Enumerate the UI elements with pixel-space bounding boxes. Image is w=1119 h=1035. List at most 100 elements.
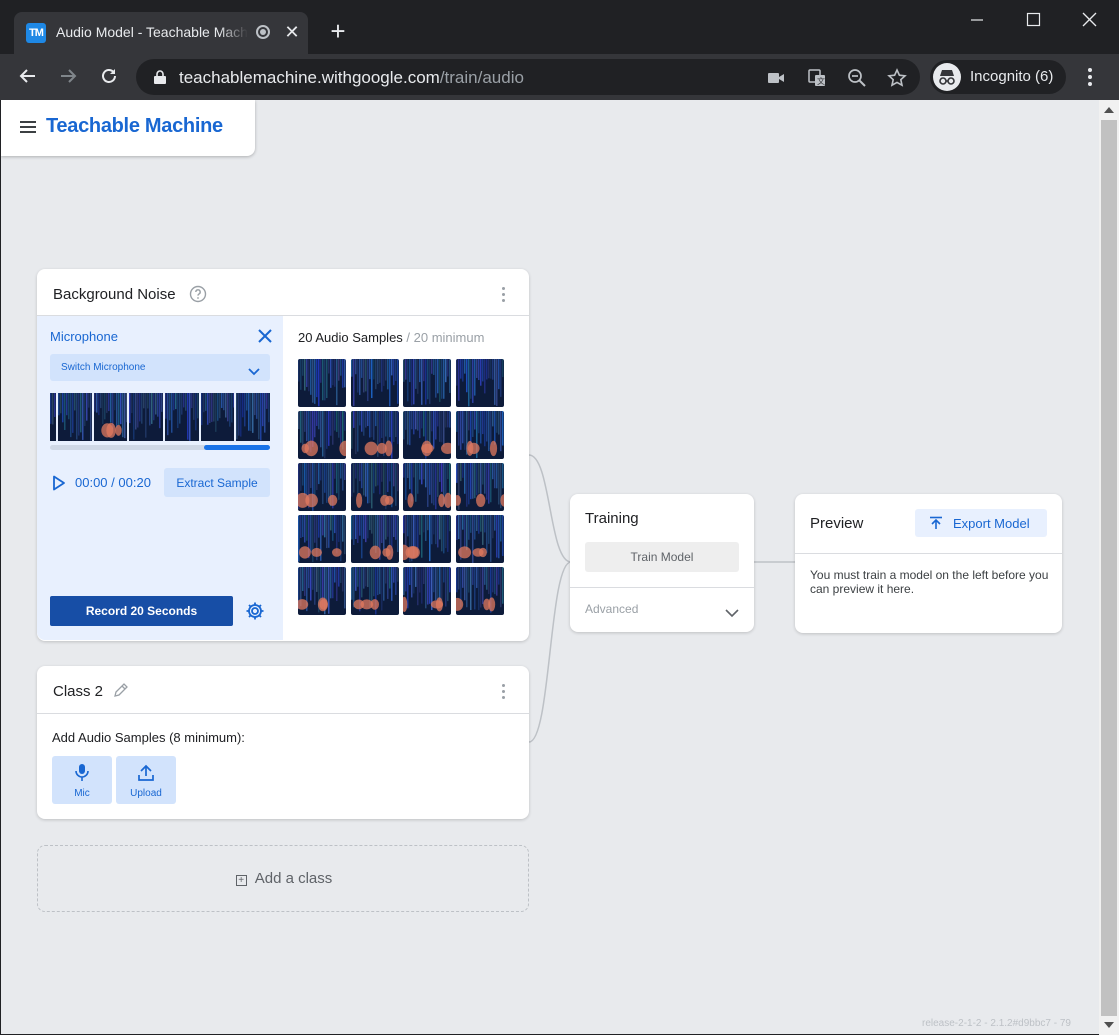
timecode: 00:00 / 00:20	[75, 475, 151, 490]
extract-sample-button[interactable]: Extract Sample	[164, 468, 270, 497]
add-samples-text: Add Audio Samples (8 minimum):	[52, 730, 245, 745]
spectrogram-frame	[236, 393, 270, 441]
play-icon[interactable]	[52, 475, 66, 491]
audio-recording-icon	[256, 25, 270, 39]
spectrogram-frame	[200, 393, 235, 441]
time-current: 00:00	[75, 475, 108, 490]
scroll-thumb[interactable]	[1101, 120, 1117, 1016]
record-button[interactable]: Record 20 Seconds	[50, 596, 233, 626]
new-tab-icon[interactable]: +	[326, 18, 350, 44]
reload-icon[interactable]	[97, 64, 121, 88]
spectrogram-frame	[129, 393, 163, 441]
class-options-icon[interactable]	[502, 287, 506, 303]
settings-icon[interactable]	[245, 601, 265, 621]
upload-button[interactable]: Upload	[116, 756, 176, 804]
url-path: /train/audio	[439, 68, 524, 87]
audio-sample-thumbnail[interactable]	[298, 359, 346, 407]
more-vert-icon[interactable]	[1080, 66, 1100, 88]
star-icon[interactable]	[887, 68, 907, 88]
incognito-icon	[933, 63, 961, 91]
add-class-label: Add a class	[254, 870, 333, 887]
zoom-out-icon[interactable]	[847, 68, 867, 88]
audio-sample-thumbnail[interactable]	[298, 567, 346, 615]
record-progress-fill	[204, 445, 270, 450]
audio-sample-thumbnail[interactable]	[298, 411, 346, 459]
tab-favicon: TM	[26, 23, 46, 43]
mic-button[interactable]: Mic	[52, 756, 112, 804]
audio-sample-thumbnail[interactable]	[455, 463, 504, 511]
audio-sample-thumbnail[interactable]	[298, 463, 346, 511]
upload-icon	[138, 764, 154, 781]
browser-toolbar: teachablemachine.withgoogle.com/train/au…	[0, 54, 1119, 100]
forward-arrow-icon[interactable]	[56, 64, 80, 88]
spectrogram-frame	[164, 393, 199, 441]
incognito-indicator[interactable]: Incognito (6)	[930, 60, 1066, 94]
add-class-button[interactable]: + Add a class	[37, 845, 529, 912]
help-icon[interactable]	[189, 285, 207, 303]
add-class-content: + Add a class	[38, 870, 530, 887]
tab-close-icon[interactable]: ✕	[282, 22, 302, 42]
camera-icon[interactable]	[766, 68, 786, 88]
divider	[795, 553, 1062, 554]
address-bar[interactable]: teachablemachine.withgoogle.com/train/au…	[136, 59, 920, 95]
microphone-panel: Microphone Switch Microphone 00:00 / 00:…	[37, 316, 283, 640]
window-close-icon[interactable]	[1069, 6, 1109, 34]
minimize-icon[interactable]	[957, 6, 997, 34]
audio-sample-thumbnail[interactable]	[350, 359, 399, 407]
audio-sample-thumbnail[interactable]	[455, 411, 504, 459]
audio-sample-thumbnail[interactable]	[298, 515, 346, 563]
audio-sample-thumbnail[interactable]	[455, 359, 504, 407]
audio-sample-thumbnail[interactable]	[455, 515, 504, 563]
audio-sample-thumbnail[interactable]	[403, 359, 452, 407]
divider	[570, 587, 754, 588]
tab-title: Audio Model - Teachable Machine	[56, 24, 248, 40]
menu-icon[interactable]	[20, 121, 36, 133]
live-spectrogram	[50, 393, 270, 441]
class-card-background-noise: Background Noise Microphone Switch Micro…	[37, 269, 529, 641]
class-options-icon[interactable]	[502, 684, 506, 700]
preview-title: Preview	[810, 515, 864, 532]
audio-sample-thumbnail[interactable]	[350, 411, 399, 459]
audio-sample-thumbnail[interactable]	[455, 567, 504, 615]
export-icon	[930, 516, 942, 529]
export-model-button[interactable]: Export Model	[915, 509, 1047, 537]
incognito-label: Incognito (6)	[970, 68, 1054, 85]
class-title[interactable]: Class 2	[53, 683, 103, 700]
train-model-button[interactable]: Train Model	[585, 542, 739, 572]
samples-heading: 20 Audio Samples / 20 minimum	[298, 330, 484, 345]
switch-microphone-select[interactable]: Switch Microphone	[50, 354, 270, 381]
browser-tab[interactable]: TM Audio Model - Teachable Machine ✕	[14, 12, 308, 54]
svg-text:文: 文	[817, 76, 825, 86]
scroll-up-icon[interactable]	[1104, 107, 1114, 113]
time-total: 00:20	[118, 475, 151, 490]
brand-header: Teachable Machine	[1, 100, 255, 156]
close-icon[interactable]	[257, 328, 273, 344]
audio-sample-thumbnail[interactable]	[350, 515, 399, 563]
advanced-toggle[interactable]: Advanced	[585, 602, 638, 616]
audio-sample-thumbnail[interactable]	[403, 515, 452, 563]
class-title: Background Noise	[53, 286, 176, 303]
audio-sample-thumbnail[interactable]	[350, 463, 399, 511]
audio-sample-thumbnail[interactable]	[403, 463, 452, 511]
audio-sample-thumbnail[interactable]	[403, 567, 452, 615]
maximize-icon[interactable]	[1013, 6, 1053, 34]
microphone-title: Microphone	[50, 329, 118, 344]
chevron-down-icon[interactable]	[725, 605, 739, 618]
back-arrow-icon[interactable]	[16, 64, 40, 88]
class-card-class-2: Class 2 Add Audio Samples (8 minimum): M…	[37, 666, 529, 819]
add-box-icon: +	[235, 875, 247, 886]
edit-pencil-icon[interactable]	[113, 682, 129, 698]
training-title: Training	[585, 510, 639, 527]
brand-title[interactable]: Teachable Machine	[46, 115, 223, 138]
page-content: Teachable Machine Background Noise Micro…	[1, 100, 1099, 1034]
audio-sample-thumbnail[interactable]	[350, 567, 399, 615]
spectrogram-frame	[50, 393, 56, 441]
scroll-down-icon[interactable]	[1104, 1022, 1114, 1028]
page-scrollbar[interactable]	[1099, 100, 1119, 1035]
samples-grid	[298, 359, 504, 617]
export-model-label: Export Model	[953, 516, 1030, 531]
audio-sample-thumbnail[interactable]	[403, 411, 452, 459]
preview-card: Preview Export Model You must train a mo…	[795, 494, 1062, 633]
url-text: teachablemachine.withgoogle.com/train/au…	[179, 68, 524, 88]
translate-icon[interactable]: 文	[807, 68, 827, 88]
